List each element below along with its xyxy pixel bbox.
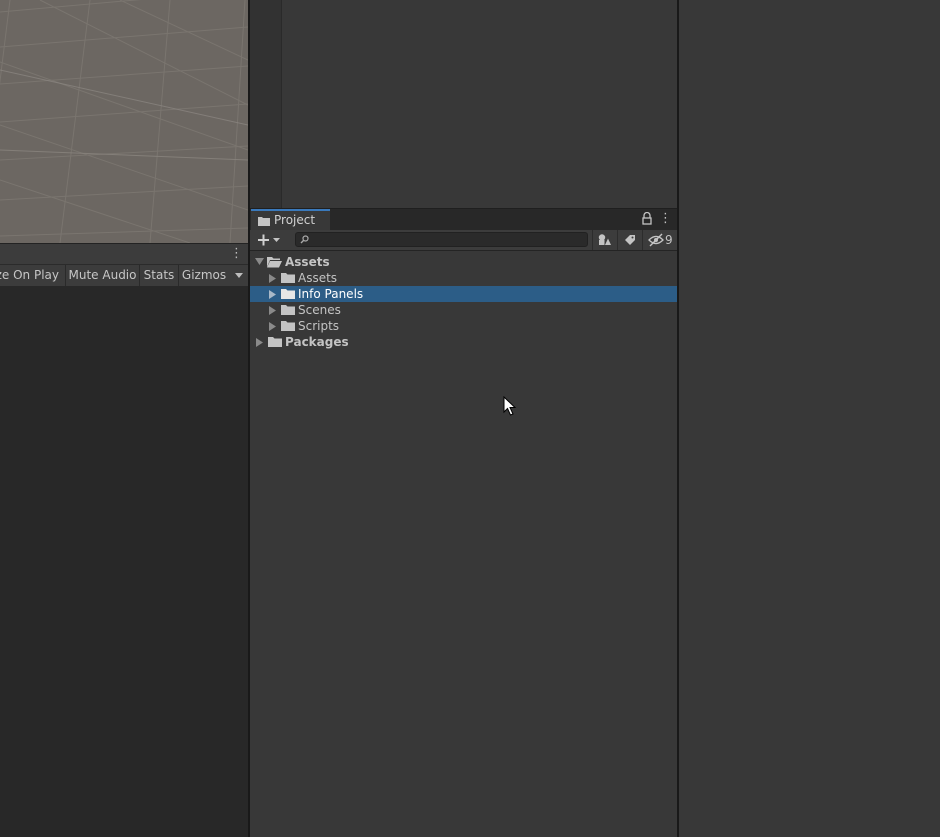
folder-icon	[281, 305, 295, 315]
collapsed-arrow-icon[interactable]	[269, 290, 276, 299]
tree-item-scripts[interactable]: Scripts	[250, 318, 677, 334]
label-icon	[625, 235, 635, 245]
folder-icon	[268, 337, 282, 347]
tree-item-label: Scenes	[298, 303, 341, 317]
collapsed-arrow-icon[interactable]	[269, 306, 276, 315]
tree-item-label: Packages	[285, 335, 349, 349]
hierarchy-strip	[250, 0, 282, 208]
plus-icon	[258, 234, 269, 246]
tree-item-label: Assets	[298, 271, 338, 285]
gizmos-button[interactable]: Gizmos	[179, 265, 229, 286]
folder-icon	[281, 321, 295, 331]
mute-audio-button[interactable]: Mute Audio	[66, 265, 140, 286]
menu-dots-icon[interactable]: ⋮	[230, 246, 243, 262]
tree-item-info-panels[interactable]: Info Panels	[250, 286, 677, 302]
hierarchy-panel[interactable]	[282, 0, 677, 208]
hidden-packages-count: 9	[665, 233, 673, 247]
search-by-type-button[interactable]	[592, 230, 617, 250]
hidden-packages-icon	[648, 233, 664, 247]
folder-open-icon	[267, 257, 282, 268]
tab-project[interactable]: Project	[251, 209, 330, 230]
project-tree[interactable]: Assets Assets Info Panels Scenes Scripts…	[250, 253, 677, 837]
arrow-cursor-icon	[503, 395, 517, 420]
folder-icon	[281, 273, 295, 283]
tree-item-label: Info Panels	[298, 287, 364, 301]
game-view-header: ⋮	[0, 243, 248, 264]
search-icon	[300, 235, 309, 244]
chevron-down-icon	[234, 273, 243, 278]
filter-type-icon	[598, 234, 611, 245]
tree-item-assets-root[interactable]: Assets	[250, 254, 677, 270]
tree-item-scenes[interactable]: Scenes	[250, 302, 677, 318]
tree-item-label: Scripts	[298, 319, 340, 333]
menu-dots-icon[interactable]: ⋮	[659, 211, 672, 227]
inspector-panel[interactable]	[679, 0, 940, 837]
tree-item-label: Assets	[285, 255, 330, 269]
create-asset-button[interactable]	[255, 231, 285, 249]
maximize-on-play-label: ze On Play	[0, 268, 59, 282]
tree-item-assets[interactable]: Assets	[250, 270, 677, 286]
gizmos-dropdown-button[interactable]	[229, 265, 248, 286]
folder-icon	[258, 217, 270, 226]
chevron-down-icon	[273, 238, 280, 242]
hidden-packages-button[interactable]: 9	[642, 230, 678, 250]
search-by-label-button[interactable]	[617, 230, 642, 250]
game-view-canvas[interactable]	[0, 286, 248, 837]
collapsed-arrow-icon[interactable]	[269, 322, 276, 331]
search-input[interactable]	[312, 233, 582, 246]
collapsed-arrow-icon[interactable]	[256, 338, 263, 347]
game-view-toolbar: ze On Play Mute Audio Stats Gizmos	[0, 264, 248, 287]
tree-item-packages-root[interactable]: Packages	[250, 334, 677, 350]
maximize-on-play-button[interactable]: ze On Play	[0, 265, 66, 286]
scene-grid	[0, 0, 248, 243]
expanded-arrow-icon[interactable]	[255, 258, 264, 266]
search-field[interactable]	[295, 232, 588, 247]
stats-button[interactable]: Stats	[140, 265, 179, 286]
tab-project-label: Project	[274, 213, 316, 227]
lock-icon[interactable]	[641, 211, 653, 226]
collapsed-arrow-icon[interactable]	[269, 274, 276, 283]
folder-icon	[281, 289, 295, 299]
scene-view[interactable]	[0, 0, 248, 243]
